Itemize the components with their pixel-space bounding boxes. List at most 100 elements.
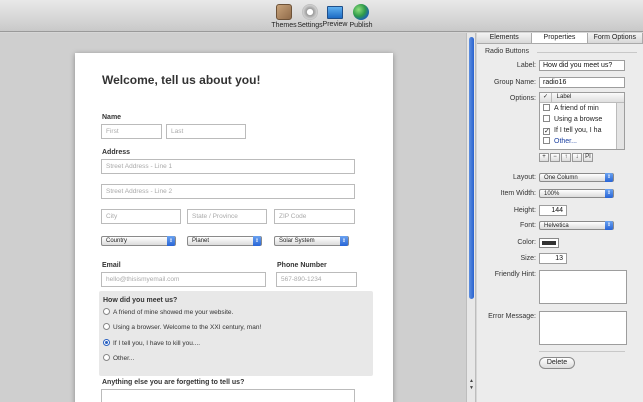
- item-width-select[interactable]: 100% ⇕: [539, 189, 614, 198]
- font-select[interactable]: Helvetica ⇕: [539, 221, 614, 230]
- delete-button[interactable]: Delete: [539, 357, 575, 369]
- color-swatch: [542, 241, 556, 245]
- city-input[interactable]: City: [101, 209, 181, 224]
- options-scrollbar[interactable]: [616, 103, 624, 149]
- extra-label: Anything else you are forgetting to tell…: [102, 379, 245, 386]
- scroll-arrows-icon[interactable]: ▲ ▼: [468, 378, 475, 392]
- option-row[interactable]: A friend of min: [540, 103, 624, 114]
- phone-label: Phone Number: [277, 262, 327, 269]
- address-label: Address: [102, 149, 131, 156]
- radio-option[interactable]: Other...: [103, 354, 134, 362]
- street2-input[interactable]: Street Address - Line 2: [101, 184, 355, 199]
- checkbox-checked-icon: ✓: [543, 128, 550, 135]
- checkbox-icon: [543, 104, 550, 111]
- phone-input[interactable]: 567-890-1234: [276, 272, 357, 287]
- last-name-input[interactable]: Last: [166, 124, 246, 139]
- radio-option-label: Other...: [113, 355, 135, 362]
- radio-icon: [103, 354, 110, 361]
- color-well[interactable]: [539, 238, 559, 248]
- paste-list-button[interactable]: PI: [583, 153, 593, 162]
- item-width-select-value: 100%: [544, 191, 560, 197]
- section-title: Radio Buttons: [485, 48, 529, 55]
- chevron-updown-icon: ⇕: [605, 173, 613, 182]
- radio-option-selected[interactable]: If I tell you, I have to kill you....: [103, 339, 200, 347]
- label-field-label: Label:: [516, 62, 536, 69]
- planet-select[interactable]: Planet ⇕: [187, 236, 262, 246]
- option-row[interactable]: Using a browse: [540, 114, 624, 125]
- radio-group-selected[interactable]: How did you meet us? A friend of mine sh…: [99, 291, 373, 376]
- chevron-updown-icon: ⇕: [253, 236, 261, 246]
- solar-select-value: Solar System: [279, 238, 315, 244]
- size-field[interactable]: 13: [539, 253, 567, 264]
- state-input[interactable]: State / Province: [187, 209, 267, 224]
- solar-system-select[interactable]: Solar System ⇕: [274, 236, 349, 246]
- tab-elements[interactable]: Elements: [477, 33, 533, 43]
- layout-select[interactable]: One Column ⇕: [539, 173, 614, 182]
- option-row-selected[interactable]: Other...: [540, 136, 624, 147]
- size-label: Size:: [520, 255, 536, 262]
- chevron-updown-icon: ⇕: [605, 221, 613, 230]
- radio-selected-icon: [103, 339, 110, 346]
- canvas-scrollbar-thumb[interactable]: [469, 37, 474, 299]
- height-field[interactable]: 144: [539, 205, 567, 216]
- move-down-button[interactable]: ↓: [572, 153, 582, 162]
- move-up-button[interactable]: ↑: [561, 153, 571, 162]
- layout-label: Layout:: [513, 174, 536, 181]
- zip-input[interactable]: ZIP Code: [274, 209, 355, 224]
- layout-select-value: One Column: [544, 175, 578, 181]
- tab-properties[interactable]: Properties: [532, 33, 588, 43]
- country-select[interactable]: Country ⇕: [101, 236, 176, 246]
- radio-option-label: A friend of mine showed me your website.: [113, 309, 234, 316]
- error-message-label: Error Message:: [488, 313, 536, 320]
- friendly-hint-label: Friendly Hint:: [494, 271, 536, 278]
- add-option-button[interactable]: +: [539, 153, 549, 162]
- font-label: Font:: [520, 222, 536, 229]
- item-width-label: Item Width:: [500, 190, 536, 197]
- toolbar: Themes Settings Preview Publish: [0, 0, 643, 32]
- form-title: Welcome, tell us about you!: [102, 73, 261, 87]
- error-message-textarea[interactable]: [539, 311, 627, 345]
- label-column-header: Label: [556, 94, 572, 100]
- chevron-updown-icon: ⇕: [340, 236, 348, 246]
- checkbox-icon: [543, 115, 550, 122]
- radio-icon: [103, 308, 110, 315]
- form-card: Welcome, tell us about you! Name First L…: [75, 53, 393, 402]
- publish-button[interactable]: Publish: [346, 4, 376, 29]
- street1-input[interactable]: Street Address - Line 1: [101, 159, 355, 174]
- planet-select-value: Planet: [192, 238, 210, 244]
- themes-icon: [276, 4, 292, 20]
- group-name-field[interactable]: radio16: [539, 77, 625, 88]
- publish-label: Publish: [349, 22, 373, 29]
- checkbox-icon: [543, 137, 550, 144]
- first-name-input[interactable]: First: [101, 124, 162, 139]
- section-divider: [537, 52, 637, 53]
- email-input[interactable]: hello@thisismyemail.com: [101, 272, 266, 287]
- extra-textarea[interactable]: [101, 389, 355, 402]
- font-select-value: Helvetica: [544, 223, 569, 229]
- option-row-label: Other...: [554, 138, 577, 145]
- height-label: Height:: [513, 207, 536, 214]
- monitor-icon: [327, 6, 343, 19]
- remove-option-button[interactable]: −: [550, 153, 560, 162]
- chevron-updown-icon: ⇕: [605, 189, 613, 198]
- group-name-label: Group Name:: [493, 79, 536, 86]
- friendly-hint-textarea[interactable]: [539, 270, 627, 304]
- option-row[interactable]: ✓ If I tell you, I ha: [540, 125, 624, 136]
- option-row-label: Using a browse: [554, 116, 603, 123]
- option-row-label: If I tell you, I ha: [554, 127, 602, 134]
- email-label: Email: [102, 262, 121, 269]
- form-canvas: Welcome, tell us about you! Name First L…: [0, 33, 468, 402]
- radio-option[interactable]: A friend of mine showed me your website.: [103, 308, 233, 316]
- panel-tabs: Elements Properties Form Options: [477, 33, 643, 44]
- radio-option[interactable]: Using a browser. Welcome to the XXI cent…: [103, 323, 261, 331]
- options-table[interactable]: ✓ Label A friend of min Using a browse ✓…: [539, 92, 625, 150]
- color-label: Color:: [517, 239, 536, 246]
- options-label: Options:: [509, 95, 536, 102]
- options-buttons: + − ↑ ↓ PI: [539, 153, 594, 162]
- radio-icon: [103, 323, 110, 330]
- options-table-header: ✓ Label: [540, 93, 624, 103]
- label-field[interactable]: How did you meet us?: [539, 60, 625, 71]
- tab-form-options[interactable]: Form Options: [587, 33, 643, 43]
- properties-panel: Elements Properties Form Options Radio B…: [477, 33, 643, 402]
- globe-icon: [353, 4, 369, 20]
